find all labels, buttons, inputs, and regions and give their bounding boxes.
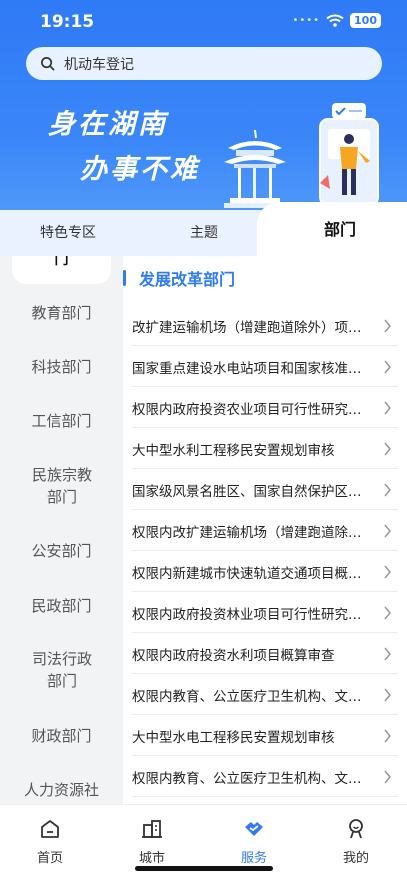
list-item[interactable]: 国家级风景名胜区、国家自然保护区、全国重点: [132, 470, 398, 510]
chevron-right-icon: [384, 606, 391, 620]
category-tabs: 特色专区 主题 部门: [0, 202, 407, 256]
service-title: 权限内政府投资水利项目概算审查: [132, 647, 335, 664]
bottom-tab-bar: 首页 城市 服务 我的: [0, 804, 407, 883]
sidebar-item-ethnic-religion[interactable]: 民族宗教部门: [28, 464, 96, 508]
list-item[interactable]: 改扩建运输机场（增建跑道除外）项目核准: [132, 306, 398, 346]
chevron-right-icon: [384, 319, 391, 333]
tabbar-profile-label: 我的: [342, 851, 369, 866]
list-item[interactable]: 权限内教育、公立医疗卫生机构、文化设施项目: [132, 675, 398, 715]
battery-icon: 100: [350, 13, 381, 28]
slogan-line-2: 办事不难: [80, 154, 200, 185]
status-bar: 19:15 •••• 100: [0, 0, 407, 44]
tabbar-profile[interactable]: 我的: [326, 817, 386, 866]
sidebar-item-public-security[interactable]: 公安部门: [0, 540, 123, 562]
list-item[interactable]: 权限内政府投资农业项目可行性研究报告审批: [132, 388, 398, 428]
list-item[interactable]: 大中型水电工程移民安置规划审核: [132, 716, 398, 756]
home-indicator: [135, 866, 273, 871]
tabbar-home-label: 首页: [36, 851, 63, 866]
service-title: 改扩建运输机场（增建跑道除外）项目核准: [132, 319, 370, 336]
chevron-right-icon: [384, 360, 391, 374]
list-item[interactable]: 权限内教育、公立医疗卫生机构、文化设施项目: [132, 757, 398, 797]
service-title: 权限内改扩建运输机场（增建跑道除外）项目: [132, 524, 370, 541]
tabbar-service-label: 服务: [240, 851, 267, 866]
list-item[interactable]: 大中型水利工程移民安置规划审核: [132, 429, 398, 469]
list-item[interactable]: 权限内新建城市快速轨道交通项目概算审批: [132, 552, 398, 592]
list-item[interactable]: 权限内改扩建运输机场（增建跑道除外）项目: [132, 511, 398, 551]
service-title: 权限内政府投资林业项目可行性研究报告审批: [132, 606, 370, 623]
chevron-right-icon: [384, 442, 391, 456]
chevron-right-icon: [384, 647, 391, 661]
tabbar-service[interactable]: 服务: [224, 817, 284, 866]
signal-icon: ••••: [292, 15, 321, 26]
service-title: 权限内政府投资农业项目可行性研究报告审批: [132, 401, 370, 418]
service-title: 权限内新建城市快速轨道交通项目概算审批: [132, 565, 370, 582]
list-item[interactable]: 权限内政府投资林业项目可行性研究报告审批: [132, 593, 398, 633]
service-title: 权限内教育、公立医疗卫生机构、文化设施项目: [132, 688, 370, 705]
service-title: 大中型水利工程移民安置规划审核: [132, 442, 335, 459]
status-time: 19:15: [40, 12, 95, 32]
tabbar-city[interactable]: 城市: [122, 817, 182, 866]
city-icon: [142, 820, 162, 838]
service-title: 大中型水电工程移民安置规划审核: [132, 729, 335, 746]
tab-topic[interactable]: 主题: [190, 222, 218, 242]
phone-illustration: [319, 103, 379, 206]
section-header: 发展改革部门: [123, 266, 235, 290]
chevron-right-icon: [384, 524, 391, 538]
section-accent-bar: [123, 270, 126, 286]
service-list-panel: 发展改革部门 改扩建运输机场（增建跑道除外）项目核准 国家重点建设水电站项目和国家…: [123, 256, 407, 804]
sidebar-item-civil-affairs[interactable]: 民政部门: [0, 595, 123, 617]
chevron-right-icon: [384, 688, 391, 702]
profile-icon: [349, 819, 363, 839]
list-item[interactable]: 权限内政府投资水利项目概算审查: [132, 634, 398, 674]
home-icon: [41, 820, 59, 838]
wifi-icon: [326, 14, 344, 27]
tabbar-city-label: 城市: [138, 851, 165, 866]
chevron-right-icon: [384, 565, 391, 579]
tab-special-zone[interactable]: 特色专区: [40, 222, 96, 242]
search-icon: [41, 57, 55, 71]
chevron-right-icon: [384, 401, 391, 415]
banner-slogan: 身在湖南 办事不难: [48, 102, 200, 186]
status-icons: •••• 100: [292, 13, 381, 28]
list-item[interactable]: 国家重点建设水电站项目和国家核准（审批）: [132, 347, 398, 387]
search-input[interactable]: 机动车登记: [26, 47, 382, 80]
sidebar-item-selected[interactable]: 门: [12, 256, 111, 284]
pavilion-illustration: [224, 129, 286, 208]
sidebar-item-judicial[interactable]: 司法行政部门: [26, 648, 98, 692]
service-title: 权限内教育、公立医疗卫生机构、文化设施项目: [132, 770, 370, 787]
section-title: 发展改革部门: [139, 270, 236, 289]
service-title: 国家级风景名胜区、国家自然保护区、全国重点: [132, 483, 370, 500]
sidebar-item-human-resources[interactable]: 人力资源社: [0, 779, 123, 801]
sidebar-item-industry[interactable]: 工信部门: [0, 410, 123, 432]
department-sidebar: 门 教育部门 科技部门 工信部门 民族宗教部门 公安部门 民政部门 司法行政部门…: [0, 256, 123, 804]
sidebar-item-technology[interactable]: 科技部门: [0, 356, 123, 378]
chevron-right-icon: [384, 770, 391, 784]
service-icon: [245, 822, 263, 836]
sidebar-item-finance[interactable]: 财政部门: [0, 725, 123, 747]
search-value: 机动车登记: [64, 56, 134, 73]
sidebar-item-education[interactable]: 教育部门: [0, 302, 123, 324]
tabbar-home[interactable]: 首页: [20, 817, 80, 866]
tab-department[interactable]: 部门: [324, 216, 356, 240]
chevron-right-icon: [384, 729, 391, 743]
chevron-right-icon: [384, 483, 391, 497]
slogan-line-1: 身在湖南: [48, 109, 168, 140]
service-title: 国家重点建设水电站项目和国家核准（审批）: [132, 360, 370, 377]
